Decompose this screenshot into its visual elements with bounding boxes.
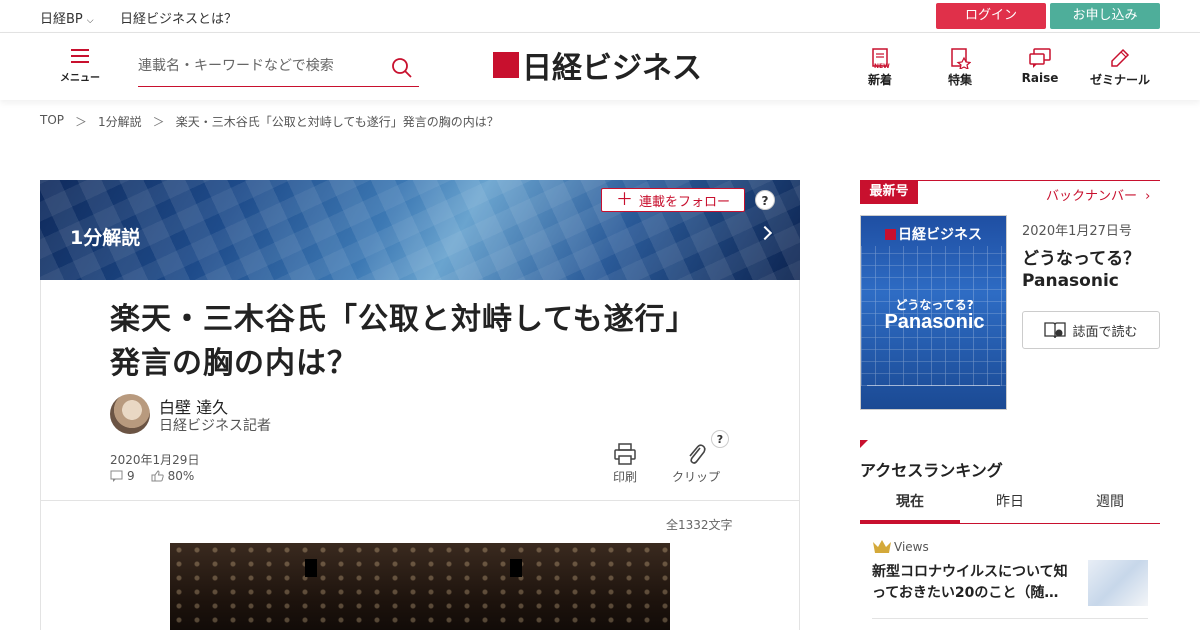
author-role: 日経ビジネス記者 [159, 418, 271, 434]
nav-seminar[interactable]: ゼミナール [1085, 47, 1155, 88]
tab-weekly[interactable]: 週間 [1060, 486, 1160, 523]
char-count: 全1332文字 [666, 518, 733, 532]
search-input[interactable] [138, 51, 378, 81]
clip-button[interactable]: クリップ [671, 442, 721, 485]
cover-footer [867, 385, 1000, 403]
issue-title-line2: Panasonic [1022, 271, 1119, 291]
like-ratio[interactable]: 80% [168, 469, 195, 483]
divider [872, 618, 1148, 619]
nav-feature-label: 特集 [947, 73, 972, 87]
publish-date: 2020年1月29日 [110, 453, 200, 467]
ranking-marker [860, 440, 868, 448]
logo-mark [493, 52, 519, 78]
series-title: 1分解説 [70, 227, 141, 249]
cover-logo: 日経ビジネス [885, 224, 982, 244]
breadcrumb-series[interactable]: 1分解説 [98, 113, 142, 130]
photo-lights [170, 543, 670, 630]
top-bar: 日経BP ⌵ 日経ビジネスとは？ ログイン お申し込み [0, 0, 1200, 33]
book-icon [1044, 322, 1067, 339]
views-label: Views [894, 540, 929, 554]
backnumber-link[interactable]: バックナンバー › [1046, 185, 1150, 204]
login-button[interactable]: ログイン [936, 3, 1046, 29]
apply-button[interactable]: お申し込み [1050, 3, 1160, 29]
logo-text: 日経ビジネス [522, 51, 702, 86]
follow-label: 連載をフォロー [638, 194, 730, 210]
backnumber-label: バックナンバー [1046, 189, 1138, 204]
nav-new-label: 新着 [867, 73, 892, 87]
author-avatar[interactable] [110, 394, 150, 434]
plus-icon: ＋ [615, 189, 633, 210]
hamburger-icon [71, 49, 89, 63]
photo-banner [305, 559, 317, 577]
ranking-title: アクセスランキング [860, 461, 1003, 480]
feature-icon [951, 48, 971, 69]
search-icon[interactable] [391, 57, 413, 83]
ranking-item-title[interactable]: 新型コロナウイルスについて知っておきたい20のこと（随… [872, 562, 1077, 604]
printer-icon [614, 443, 636, 465]
clip-help-icon[interactable]: ? [711, 430, 729, 448]
chevron-down-icon: ⌵ [86, 16, 94, 26]
divider [41, 500, 799, 501]
raise-icon [1029, 48, 1051, 68]
follow-series-button[interactable]: ＋ 連載をフォロー [601, 188, 745, 212]
search-box [138, 51, 419, 87]
nav-feature[interactable]: 特集 [925, 47, 995, 88]
read-label: 誌面で読む [1072, 324, 1138, 340]
article-title: 楽天・三木谷氏「公取と対峙しても遂行」 発言の胸の内は？ [110, 298, 750, 386]
tab-current[interactable]: 現在 [860, 486, 960, 523]
ranking-thumbnail[interactable] [1088, 560, 1148, 606]
print-label: 印刷 [612, 470, 637, 484]
issue-title[interactable]: どうなってる？ Panasonic [1022, 248, 1140, 292]
ranking-tabs: 現在 昨日 週間 [860, 486, 1160, 524]
tab-yesterday[interactable]: 昨日 [960, 486, 1060, 523]
article-title-line2: 発言の胸の内は？ [110, 346, 358, 381]
issue-date: 2020年1月27日号 [1022, 224, 1132, 239]
nikkei-bp-dropdown[interactable]: 日経BP ⌵ [40, 8, 94, 27]
svg-text:NEW: NEW [874, 63, 890, 69]
breadcrumb-current: 楽天・三木谷氏「公取と対峙しても遂行」発言の胸の内は？ [175, 115, 499, 129]
read-magazine-button[interactable]: 誌面で読む [1022, 311, 1160, 349]
series-banner[interactable]: 1分解説 ＋ 連載をフォロー ? [40, 180, 800, 280]
thumbs-up-icon [151, 470, 164, 482]
breadcrumb: TOP ＞ 1分解説 ＞ 楽天・三木谷氏「公取と対峙しても遂行」発言の胸の内は？ [40, 113, 499, 130]
cover-headline: Panasonic [884, 311, 985, 333]
nav-raise-label: Raise [1021, 71, 1059, 85]
comment-icon [110, 470, 123, 482]
article-photo [170, 543, 670, 630]
pencil-icon [1111, 48, 1130, 67]
menu-button[interactable]: メニュー [58, 49, 102, 89]
latest-issue-tag: 最新号 [860, 180, 918, 204]
comment-count[interactable]: 9 [127, 469, 135, 483]
site-logo[interactable]: 日経ビジネス [493, 45, 702, 86]
breadcrumb-separator: ＞ [75, 115, 88, 129]
crown-icon [873, 540, 891, 553]
menu-label: メニュー [60, 73, 100, 84]
nav-raise[interactable]: Raise [1005, 47, 1075, 85]
nav-seminar-label: ゼミナール [1089, 73, 1150, 87]
breadcrumb-separator: ＞ [152, 115, 165, 129]
cover-logo-text: 日経ビジネス [898, 227, 982, 243]
magazine-cover[interactable]: 日経ビジネス どうなってる? Panasonic [860, 215, 1007, 410]
nav-new[interactable]: NEW 新着 [845, 47, 915, 88]
nikkei-bp-label: 日経BP [40, 12, 83, 27]
new-icon: NEW [872, 48, 890, 69]
clip-label: クリップ [671, 470, 720, 484]
paperclip-icon [689, 444, 706, 464]
follow-help-icon[interactable]: ? [755, 190, 775, 210]
article-card: 楽天・三木谷氏「公取と対峙しても遂行」 発言の胸の内は？ 白壁 達久 日経ビジネ… [40, 280, 800, 630]
article-meta: 9 80% [110, 469, 194, 483]
article-title-line1: 楽天・三木谷氏「公取と対峙しても遂行」 [110, 302, 697, 337]
chevron-right-icon: › [1145, 189, 1151, 204]
about-link[interactable]: 日経ビジネスとは？ [120, 8, 237, 27]
breadcrumb-top[interactable]: TOP [40, 113, 64, 130]
print-button[interactable]: 印刷 [600, 442, 650, 485]
photo-banner [510, 559, 522, 577]
site-header: メニュー 日経ビジネス NEW 新着 特集 Raise ゼミナール [0, 33, 1200, 100]
issue-title-line1: どうなってる？ [1022, 249, 1141, 269]
